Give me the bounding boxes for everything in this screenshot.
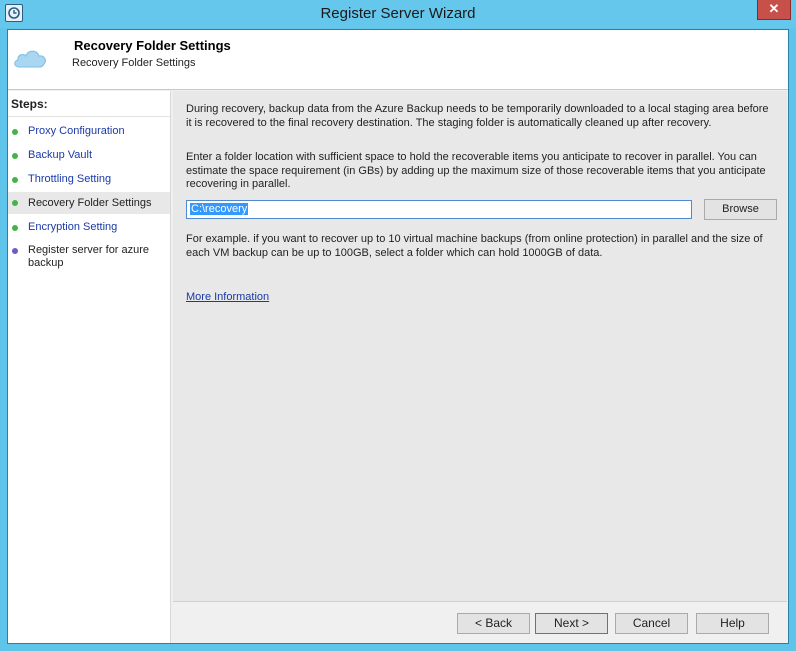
browse-button[interactable]: Browse — [704, 199, 777, 220]
step-register-server[interactable]: Register server for azure backup — [8, 244, 170, 272]
step-proxy-configuration[interactable]: Proxy Configuration — [8, 125, 170, 141]
main-content: During recovery, backup data from the Az… — [173, 91, 787, 601]
more-information-link[interactable]: More Information — [186, 291, 269, 303]
step-label: Proxy Configuration — [28, 125, 125, 137]
step-complete-icon — [12, 153, 18, 159]
cloud-icon — [14, 50, 46, 68]
steps-heading: Steps: — [11, 97, 48, 111]
wizard-window: Register Server Wizard ✕ Recovery Folder… — [0, 0, 796, 651]
back-button[interactable]: < Back — [457, 613, 530, 634]
step-complete-icon — [12, 200, 18, 206]
wizard-client-area: Recovery Folder Settings Recovery Folder… — [7, 29, 789, 644]
page-header: Recovery Folder Settings Recovery Folder… — [8, 30, 788, 90]
step-complete-icon — [12, 129, 18, 135]
recovery-folder-input[interactable]: C:\recovery — [186, 200, 692, 219]
window-title: Register Server Wizard — [320, 5, 476, 22]
step-recovery-folder-settings[interactable]: Recovery Folder Settings — [8, 192, 170, 214]
folder-path-value: C:\recovery — [190, 203, 249, 215]
close-button[interactable]: ✕ — [757, 0, 791, 20]
example-text: For example. if you want to recover up t… — [186, 233, 763, 259]
steps-divider — [8, 116, 170, 117]
help-button[interactable]: Help — [696, 613, 769, 634]
step-backup-vault[interactable]: Backup Vault — [8, 149, 170, 165]
intro-text: During recovery, backup data from the Az… — [186, 103, 769, 129]
step-encryption-setting[interactable]: Encryption Setting — [8, 221, 170, 237]
step-label: Encryption Setting — [28, 221, 118, 233]
step-pending-icon — [12, 248, 18, 254]
step-label: Recovery Folder Settings — [28, 197, 152, 209]
step-complete-icon — [12, 177, 18, 183]
cancel-button[interactable]: Cancel — [615, 613, 688, 634]
next-button[interactable]: Next > — [535, 613, 608, 634]
steps-sidebar: Steps: Proxy Configuration Backup Vault … — [8, 91, 171, 643]
instruction-text: Enter a folder location with sufficient … — [186, 151, 766, 190]
title-bar[interactable]: Register Server Wizard ✕ — [0, 0, 796, 28]
step-throttling-setting[interactable]: Throttling Setting — [8, 173, 170, 189]
wizard-footer: < Back Next > Cancel Help — [173, 601, 787, 643]
step-label: Register server for azure backup — [28, 244, 150, 269]
step-label: Backup Vault — [28, 149, 93, 161]
page-title: Recovery Folder Settings — [74, 38, 231, 53]
page-subtitle: Recovery Folder Settings — [72, 57, 196, 69]
step-label: Throttling Setting — [28, 173, 112, 185]
step-complete-icon — [12, 225, 18, 231]
